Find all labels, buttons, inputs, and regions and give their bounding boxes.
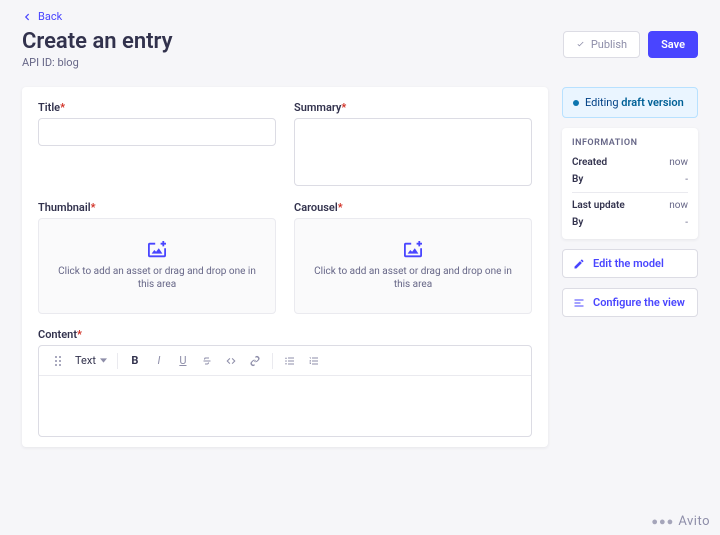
thumbnail-dropzone[interactable]: Click to add an asset or drag and drop o… xyxy=(38,218,276,314)
summary-textarea[interactable] xyxy=(294,118,532,186)
image-plus-icon xyxy=(402,241,424,259)
rte-text-label: Text xyxy=(75,354,96,367)
rich-text-editor: Text B I U xyxy=(38,345,532,437)
publish-label: Publish xyxy=(591,38,627,51)
publish-button[interactable]: Publish xyxy=(563,31,640,58)
save-label: Save xyxy=(661,38,685,51)
list-ul-icon xyxy=(284,355,296,367)
status-prefix: Editing xyxy=(585,96,621,109)
form-card: Title* Summary* Thumbnail* Click to add … xyxy=(22,87,548,447)
information-heading: INFORMATION xyxy=(572,138,688,148)
back-label: Back xyxy=(38,10,62,23)
save-button[interactable]: Save xyxy=(648,31,698,58)
configure-view-label: Configure the view xyxy=(593,296,685,309)
rte-text-dropdown[interactable]: Text xyxy=(71,354,111,367)
check-icon xyxy=(576,40,585,49)
image-plus-icon xyxy=(146,241,168,259)
configure-view-button[interactable]: Configure the view xyxy=(562,288,698,317)
status-card: Editing draft version xyxy=(562,87,698,118)
status-version: draft version xyxy=(621,96,683,109)
separator xyxy=(572,192,688,193)
edit-model-button[interactable]: Edit the model xyxy=(562,249,698,278)
separator xyxy=(272,353,273,369)
watermark: ●●●Avito xyxy=(651,514,710,529)
rte-italic-button[interactable]: I xyxy=(148,350,170,372)
code-icon xyxy=(225,355,237,367)
carousel-caption: Click to add an asset or drag and drop o… xyxy=(311,265,515,291)
rte-toolbar: Text B I U xyxy=(39,346,531,376)
summary-label: Summary* xyxy=(294,101,532,114)
rte-ul-button[interactable] xyxy=(279,350,301,372)
rte-content-area[interactable] xyxy=(39,376,531,436)
info-row-created-by: By - xyxy=(572,171,688,188)
back-link[interactable]: Back xyxy=(22,10,698,23)
avito-dots-icon: ●●● xyxy=(651,515,674,528)
rte-bold-button[interactable]: B xyxy=(124,350,146,372)
carousel-label: Carousel* xyxy=(294,201,532,214)
separator xyxy=(117,353,118,369)
info-row-updated-by: By - xyxy=(572,214,688,231)
link-icon xyxy=(249,355,261,367)
carousel-dropzone[interactable]: Click to add an asset or drag and drop o… xyxy=(294,218,532,314)
information-card: INFORMATION Created now By - Last update… xyxy=(562,128,698,239)
strikethrough-icon xyxy=(201,355,213,367)
content-label: Content* xyxy=(38,328,532,341)
arrow-left-icon xyxy=(22,12,32,22)
drag-handle-icon[interactable] xyxy=(47,350,69,372)
layout-icon xyxy=(573,297,585,309)
thumbnail-label: Thumbnail* xyxy=(38,201,276,214)
chevron-down-icon xyxy=(100,358,107,363)
info-row-updated: Last update now xyxy=(572,197,688,214)
rte-link-button[interactable] xyxy=(244,350,266,372)
rte-strike-button[interactable] xyxy=(196,350,218,372)
thumbnail-caption: Click to add an asset or drag and drop o… xyxy=(55,265,259,291)
status-dot-icon xyxy=(573,100,579,106)
pencil-icon xyxy=(573,258,585,270)
title-label: Title* xyxy=(38,101,276,114)
list-ol-icon xyxy=(308,355,320,367)
title-input[interactable] xyxy=(38,118,276,146)
rte-ol-button[interactable] xyxy=(303,350,325,372)
rte-underline-button[interactable]: U xyxy=(172,350,194,372)
rte-code-button[interactable] xyxy=(220,350,242,372)
info-row-created: Created now xyxy=(572,154,688,171)
edit-model-label: Edit the model xyxy=(593,257,664,270)
page-title: Create an entry xyxy=(22,29,173,54)
api-id-label: API ID: blog xyxy=(22,56,173,69)
